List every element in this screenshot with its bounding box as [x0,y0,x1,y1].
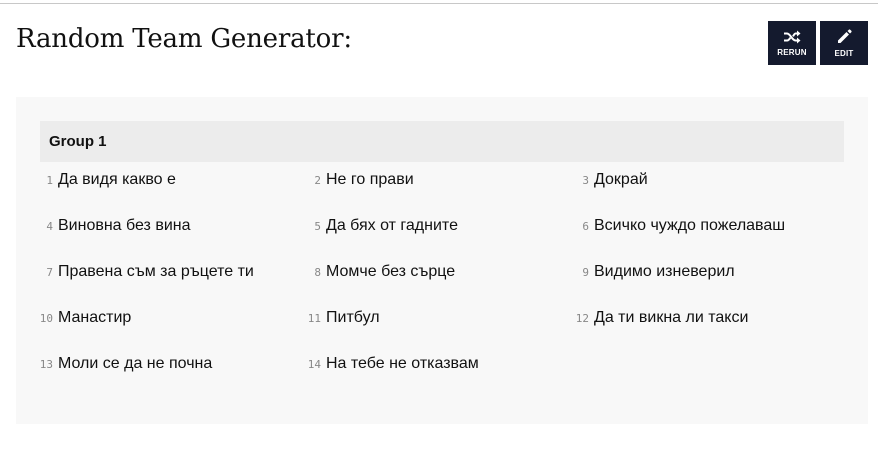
member-number: 6 [582,220,589,233]
list-item: 8 Момче без сърце [284,263,455,281]
member-name: Манастир [58,309,132,326]
member-name: Виновна без вина [58,217,191,234]
member-number: 11 [307,312,321,325]
rerun-button[interactable]: RERUN [768,21,816,65]
list-item: 6 Всичко чуждо пожелаваш [552,217,785,235]
member-number: 12 [575,312,589,325]
results-panel: Group 1 1 Да видя какво е 2 Не го прави 3 Док… [16,97,868,424]
toolbar: RERUN EDIT [768,21,868,65]
list-item: 12 Да ти викна ли такси [552,309,749,327]
rerun-label: RERUN [777,47,807,57]
member-name: Правена съм за ръцете ти [58,263,254,280]
top-divider [0,3,878,4]
edit-label: EDIT [834,48,854,58]
member-number: 1 [46,174,53,187]
shuffle-icon [783,30,801,44]
member-number: 9 [582,266,589,279]
list-item: 7 Правена съм за ръцете ти [16,263,254,281]
member-number: 13 [39,358,53,371]
member-name: Да ти викна ли такси [594,309,749,326]
list-item: 13 Моли се да не почна [16,355,213,373]
member-number: 14 [307,358,321,371]
list-item: 3 Докрай [552,171,648,189]
list-item: 11 Питбул [284,309,380,327]
list-item: 4 Виновна без вина [16,217,191,235]
list-item: 9 Видимо изневерил [552,263,735,281]
list-item: 10 Манастир [16,309,132,327]
edit-button[interactable]: EDIT [820,21,868,65]
member-number: 8 [314,266,321,279]
member-name: Видимо изневерил [594,263,735,280]
member-name: Да видя какво е [58,171,176,188]
pencil-icon [836,28,852,45]
member-name: Докрай [594,171,648,188]
member-number: 5 [314,220,321,233]
member-number: 3 [582,174,589,187]
list-item: 1 Да видя какво е [16,171,176,189]
member-number: 7 [46,266,53,279]
member-name: Не го прави [326,171,414,188]
member-name: Да бях от гадните [326,217,458,234]
page-title: Random Team Generator: [16,24,352,54]
member-name: Всичко чуждо пожелаваш [594,217,786,234]
list-item: 2 Не го прави [284,171,414,189]
member-name: На тебе не отказвам [326,355,479,372]
member-name: Момче без сърце [326,263,456,280]
member-name: Моли се да не почна [58,355,213,372]
list-item: 5 Да бях от гадните [284,217,458,235]
group-header: Group 1 [40,121,844,162]
member-number: 4 [46,220,53,233]
member-name: Питбул [326,309,380,326]
member-number: 2 [314,174,321,187]
member-number: 10 [39,312,53,325]
list-item: 14 На тебе не отказвам [284,355,479,373]
